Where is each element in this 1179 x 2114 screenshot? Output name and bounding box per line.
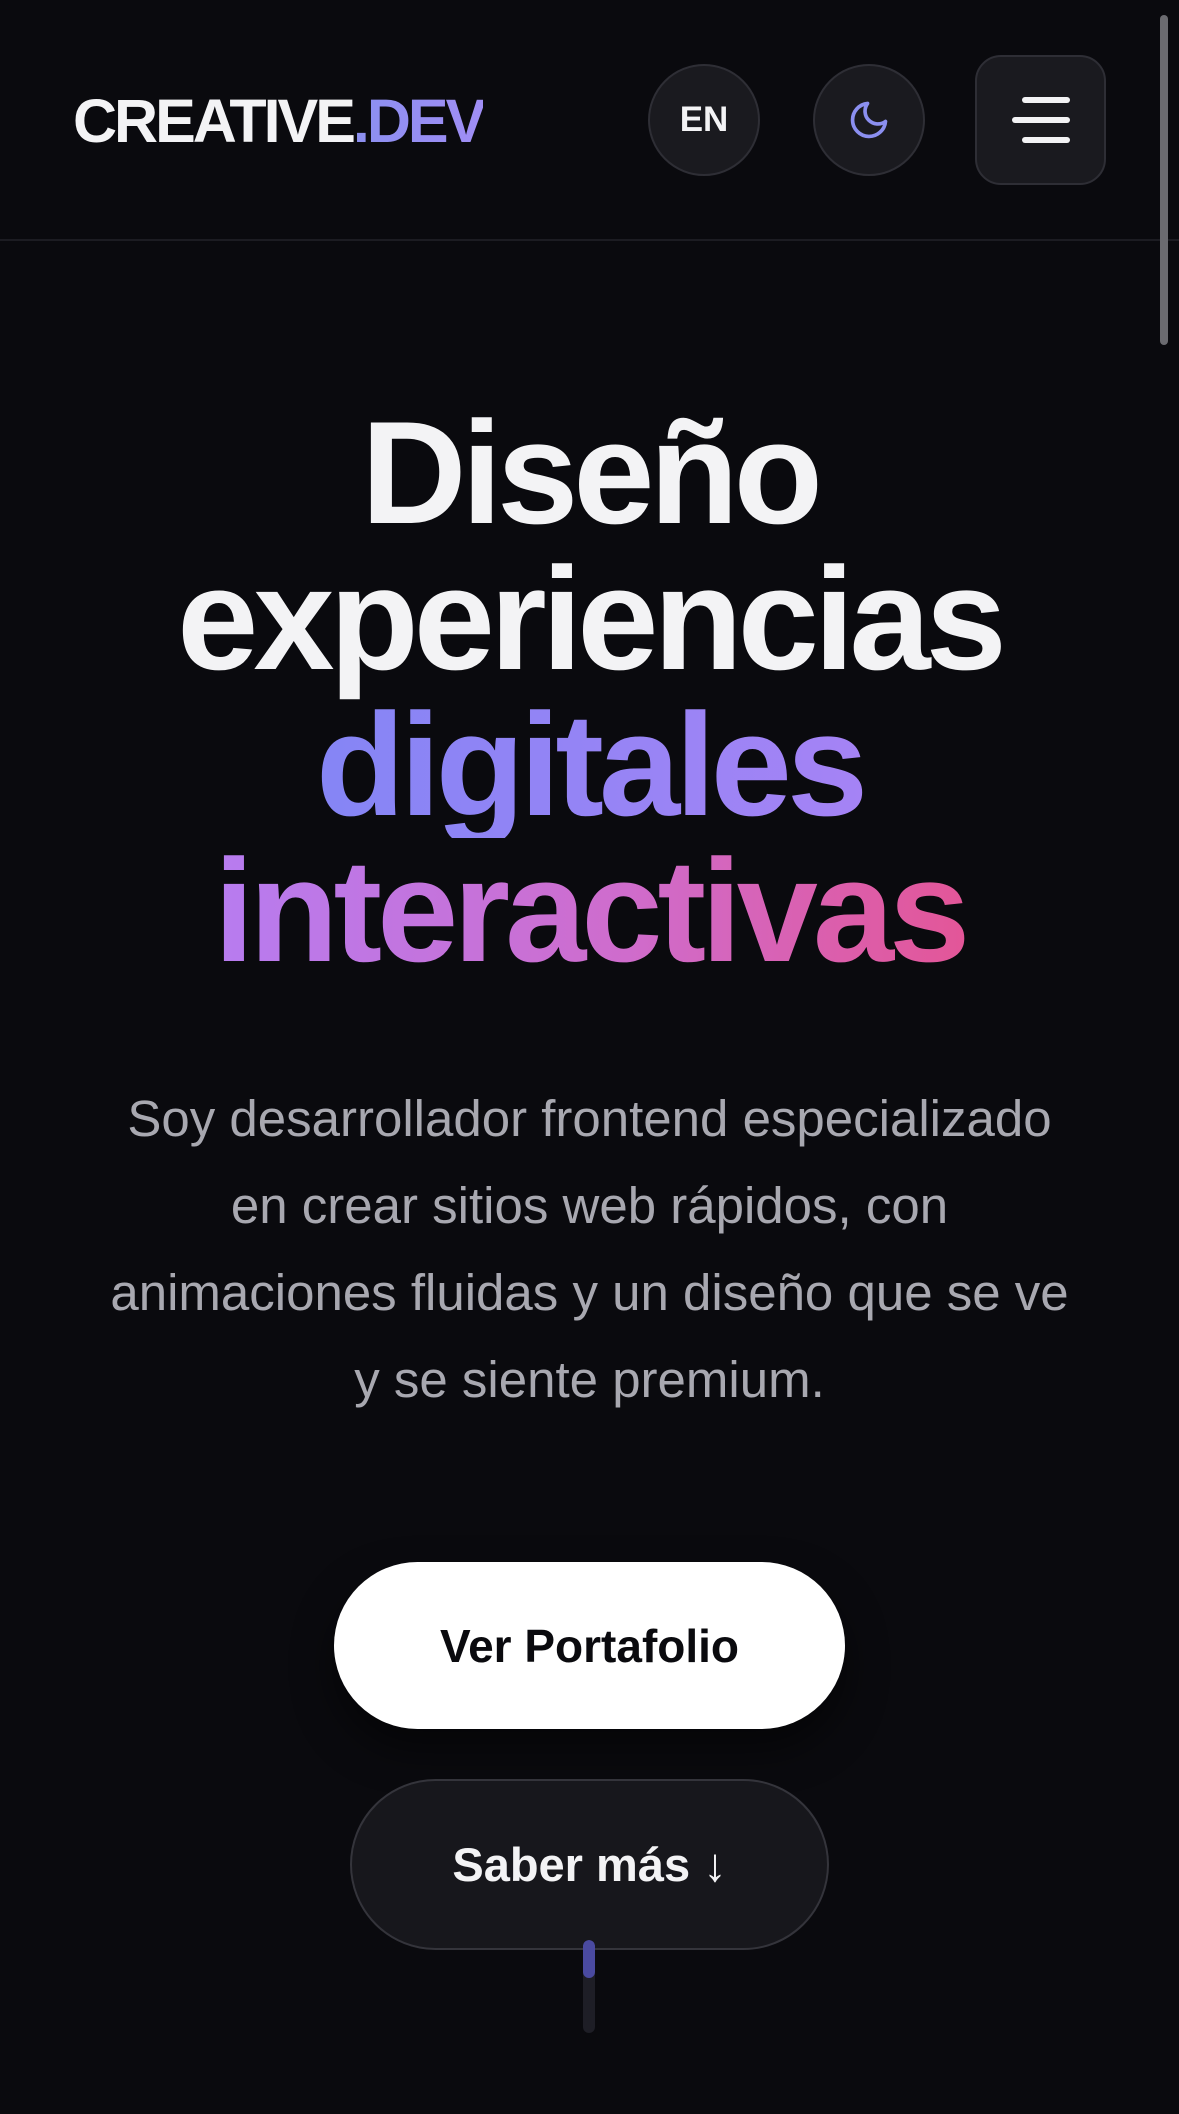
- logo-main-text: CREATIVE: [73, 87, 356, 155]
- scroll-indicator-dot: [583, 1940, 595, 1978]
- hero-title-line-4: interactivas: [213, 829, 971, 992]
- hero-title-line-3: digitales: [315, 683, 868, 846]
- learn-more-button[interactable]: Saber más ↓: [350, 1779, 829, 1950]
- language-toggle-button[interactable]: EN: [648, 64, 760, 176]
- hero-subtitle: Soy desarrollador frontend especializado…: [110, 1090, 1069, 1408]
- hero-title-line-1: Diseño: [361, 391, 823, 554]
- hero-title: Diseño experiencias digitales interactiv…: [0, 400, 1179, 984]
- menu-button[interactable]: [975, 55, 1106, 185]
- language-label: EN: [679, 100, 729, 139]
- theme-toggle-button[interactable]: [813, 64, 925, 176]
- site-logo[interactable]: CREATIVE.DEV: [73, 86, 486, 156]
- site-header: CREATIVE.DEV EN: [0, 0, 1179, 241]
- moon-icon: [850, 101, 888, 139]
- scroll-indicator: [583, 1940, 595, 2033]
- view-portfolio-button[interactable]: Ver Portafolio: [334, 1562, 845, 1729]
- logo-accent-text: .DEV: [352, 87, 486, 155]
- hero-title-line-2: experiencias: [177, 537, 1007, 700]
- page-scrollbar[interactable]: [1160, 15, 1168, 345]
- hamburger-menu-icon: [1011, 97, 1070, 143]
